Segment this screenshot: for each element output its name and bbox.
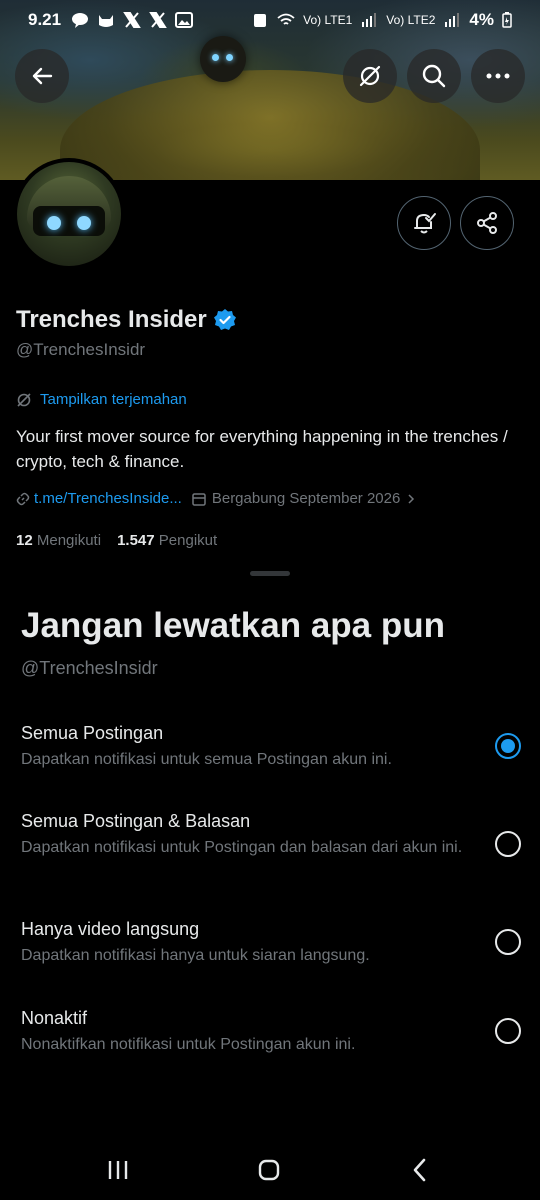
recent-apps-button[interactable] [96, 1148, 140, 1192]
home-button[interactable] [247, 1148, 291, 1192]
sheet-title: Jangan lewatkan apa pun [21, 606, 445, 645]
avatar-eye-right [77, 216, 91, 230]
option-label: Semua Postingan & Balasan [21, 811, 251, 831]
recents-icon [108, 1161, 128, 1179]
profile-meta: t.me/TrenchesInside... Bergabung Septemb… [16, 490, 416, 507]
option-desc: Dapatkan notifikasi untuk semua Postinga… [21, 751, 392, 768]
followers-label: Pengikut [158, 532, 218, 549]
option-all-posts[interactable]: Semua Postingan Dapatkan notifikasi untu… [21, 723, 521, 770]
avatar-face [33, 206, 105, 236]
option-label: Semua Postingan [21, 723, 164, 743]
joined-text: Bergabung September 2026 [211, 490, 401, 507]
cat-app-icon [99, 15, 114, 27]
radio-unselected[interactable] [495, 929, 521, 955]
avatar-eye-left [47, 216, 61, 230]
status-time: 9.21 [28, 10, 62, 29]
translate-icon [17, 392, 31, 407]
line-app-icon [72, 13, 89, 28]
back-nav-button[interactable] [398, 1148, 442, 1192]
notification-bell-button[interactable] [397, 196, 451, 250]
more-icon [486, 73, 510, 79]
radio-unselected[interactable] [495, 831, 521, 857]
followers-count: 1.547 [117, 532, 155, 549]
arrow-left-icon [32, 67, 53, 85]
avatar-image [17, 162, 121, 266]
notification-sheet: Jangan lewatkan apa pun @TrenchesInsidr … [0, 558, 540, 1200]
bell-check-icon [414, 213, 436, 234]
profile-link[interactable]: t.me/TrenchesInside... [16, 490, 182, 507]
calendar-icon [192, 492, 206, 506]
follow-stats: 12 Mengikuti 1.547 Pengikut [16, 532, 217, 549]
joined-info[interactable]: Bergabung September 2026 [192, 490, 416, 507]
back-button[interactable] [15, 49, 69, 103]
banner-figure [200, 36, 246, 82]
following-count: 12 [16, 532, 33, 549]
status-bar: 9.21 Vo) LTE1 Vo) LTE2 4% [0, 0, 540, 40]
more-button[interactable] [471, 49, 525, 103]
sheet-grabber[interactable] [250, 571, 290, 576]
search-button[interactable] [407, 49, 461, 103]
profile-link-text: t.me/TrenchesInside... [34, 490, 182, 507]
grok-icon [359, 65, 381, 87]
x-app-icon-2 [149, 12, 167, 28]
share-button[interactable] [460, 196, 514, 250]
profile-handle: @TrenchesInsidr [16, 340, 146, 359]
share-icon [477, 212, 497, 234]
option-desc: Dapatkan notifikasi untuk Postingan dan … [21, 839, 463, 856]
translate-link[interactable]: Tampilkan terjemahan [16, 391, 187, 408]
profile-name-row: Trenches Insider [16, 306, 237, 334]
following-label: Mengikuti [36, 532, 102, 549]
grok-button[interactable] [343, 49, 397, 103]
signal-bars-icon-2 [445, 13, 460, 27]
profile-bio: Your first mover source for everything h… [16, 427, 508, 471]
chevron-right-icon [408, 493, 415, 504]
link-icon [16, 492, 30, 505]
option-desc: Nonaktifkan notifikasi untuk Postingan a… [21, 1036, 356, 1053]
battery-level: 4% [469, 10, 494, 29]
signal-1-label: Vo) LTE1 [303, 13, 353, 27]
chevron-left-icon [413, 1158, 426, 1182]
battery-icon [502, 12, 512, 28]
option-label: Hanya video langsung [21, 919, 200, 939]
option-live-only[interactable]: Hanya video langsung Dapatkan notifikasi… [21, 919, 521, 966]
profile-name: Trenches Insider [16, 306, 207, 333]
followers-stat[interactable]: 1.547 Pengikut [117, 532, 217, 549]
verified-badge-icon [213, 309, 236, 330]
avatar[interactable] [13, 158, 125, 270]
wifi-icon [277, 13, 295, 25]
option-label: Nonaktif [21, 1008, 88, 1028]
search-icon [422, 64, 446, 88]
gallery-icon [175, 12, 194, 28]
x-app-icon [123, 12, 141, 28]
translate-label: Tampilkan terjemahan [40, 391, 187, 408]
sheet-handle: @TrenchesInsidr [21, 658, 158, 678]
option-posts-replies[interactable]: Semua Postingan & Balasan Dapatkan notif… [21, 811, 521, 858]
option-off[interactable]: Nonaktif Nonaktifkan notifikasi untuk Po… [21, 1008, 521, 1055]
signal-bars-icon [362, 13, 377, 27]
home-icon [258, 1159, 280, 1181]
recycle-icon [254, 14, 267, 27]
system-nav-bar [0, 1140, 540, 1200]
signal-2-label: Vo) LTE2 [386, 13, 436, 27]
following-stat[interactable]: 12 Mengikuti [16, 532, 101, 549]
radio-unselected[interactable] [495, 1018, 521, 1044]
radio-selected[interactable] [495, 733, 521, 759]
option-desc: Dapatkan notifikasi hanya untuk siaran l… [21, 947, 370, 964]
